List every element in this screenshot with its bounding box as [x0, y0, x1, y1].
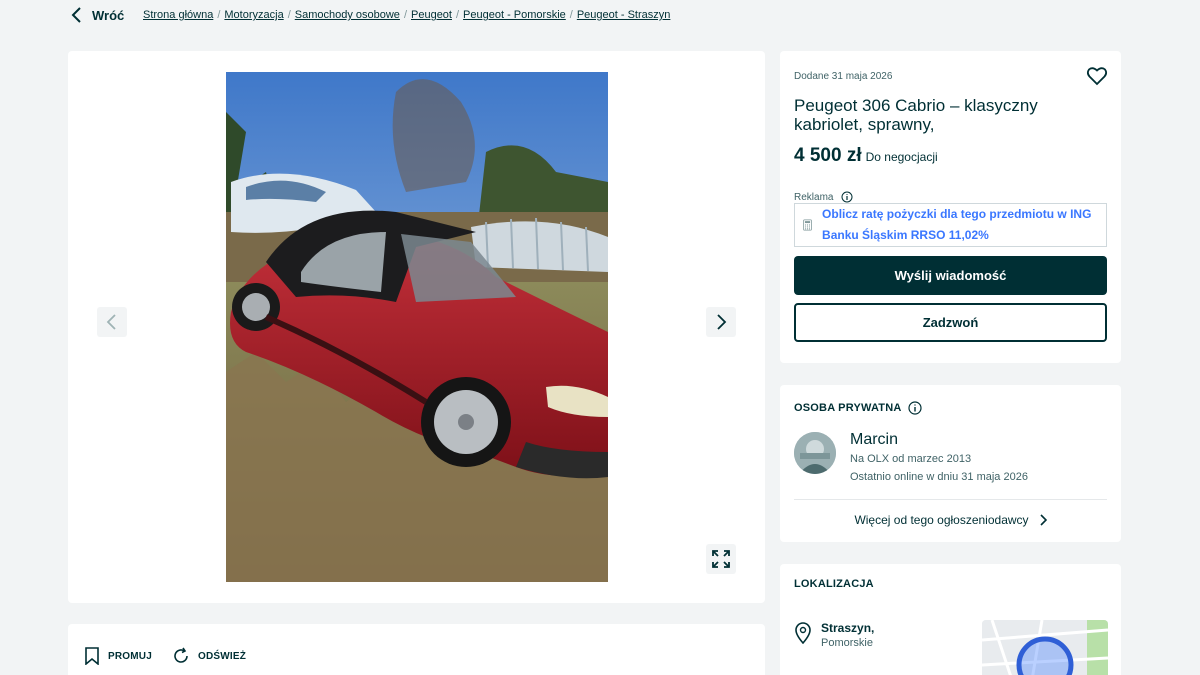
expand-icon [712, 550, 730, 568]
price-value: 4 500 zł [794, 145, 862, 166]
bookmark-icon [85, 647, 99, 665]
refresh-button[interactable]: ODŚWIEŻ [172, 647, 246, 665]
avatar [794, 432, 836, 474]
back-button[interactable]: Wróć [70, 6, 124, 24]
chevron-right-icon [1039, 514, 1047, 526]
loan-text: Oblicz ratę pożyczki dla tego przedmiotu… [822, 207, 1092, 242]
map-illustration [982, 620, 1108, 675]
fullscreen-button[interactable] [706, 544, 736, 574]
seller-name: Marcin [850, 431, 899, 448]
breadcrumb-item[interactable]: Strona główna [143, 9, 213, 21]
seller-type: OSOBA PRYWATNA [794, 401, 922, 415]
breadcrumb: Strona główna / Motoryzacja / Samochody osob… [143, 9, 671, 21]
city: Straszyn, [821, 621, 875, 635]
refresh-label: ODŚWIEŻ [198, 650, 247, 662]
heart-icon[interactable] [1086, 65, 1108, 87]
offer-card: Dodane 31 maja 2026 Peugeot 306 Cabrio –… [780, 51, 1121, 363]
ad-label-text: Reklama [794, 191, 834, 203]
user-avatar-icon [794, 432, 836, 474]
car-photo-illustration [226, 72, 608, 582]
more-from-seller-label: Więcej od tego ogłoszeniodawcy [854, 513, 1029, 527]
map-preview[interactable] [982, 620, 1108, 675]
listing-photo[interactable] [226, 72, 608, 582]
next-photo-button[interactable] [706, 307, 736, 337]
location-heading: LOKALIZACJA [794, 578, 874, 590]
location-pin-icon [795, 622, 811, 644]
breadcrumb-item[interactable]: Peugeot - Pomorskie [463, 9, 566, 21]
negotiable-label: Do negocjacji [865, 150, 938, 164]
seller-card: OSOBA PRYWATNA Marcin Na OLX od marzec 2… [780, 385, 1121, 542]
breadcrumb-item[interactable]: Peugeot [411, 9, 452, 21]
last-online: Ostatnio online w dniu 31 maja 2026 [850, 471, 1028, 483]
breadcrumb-item[interactable]: Peugeot - Straszyn [577, 9, 671, 21]
previous-photo-button[interactable] [97, 307, 127, 337]
call-button[interactable]: Zadzwoń [794, 303, 1107, 342]
info-icon[interactable] [841, 191, 853, 203]
ad-label: Reklama [794, 191, 853, 203]
promote-label: PROMUJ [108, 650, 152, 662]
top-bar: Wróć Strona główna / Motoryzacja / Samochody… [70, 0, 1130, 30]
send-message-button[interactable]: Wyślij wiadomość [794, 256, 1107, 295]
chevron-left-icon [71, 7, 81, 23]
more-from-seller-link[interactable]: Więcej od tego ogłoszeniodawcy [780, 513, 1121, 527]
loan-calculator-link[interactable]: Oblicz ratę pożyczki dla tego przedmiotu… [794, 203, 1107, 247]
refresh-icon [174, 647, 188, 663]
breadcrumb-item[interactable]: Motoryzacja [224, 9, 283, 21]
added-date: Dodane 31 maja 2026 [794, 71, 893, 82]
divider [794, 499, 1107, 500]
location-card: LOKALIZACJA Straszyn, Pomorskie [780, 564, 1121, 675]
listing-title: Peugeot 306 Cabrio – klasyczny kabriolet… [794, 96, 1038, 134]
back-label: Wróć [92, 7, 125, 23]
chevron-left-icon [106, 314, 116, 330]
chevron-right-icon [717, 314, 727, 330]
price: 4 500 zł Do negocjacji [794, 145, 938, 167]
calculator-icon [803, 219, 812, 231]
listing-actions-bar: PROMUJ ODŚWIEŻ [68, 624, 765, 675]
region: Pomorskie [821, 637, 873, 649]
info-icon[interactable] [907, 401, 922, 415]
breadcrumb-item[interactable]: Samochody osobowe [295, 9, 400, 21]
member-since: Na OLX od marzec 2013 [850, 453, 972, 465]
photo-gallery [68, 51, 765, 603]
promote-button[interactable]: PROMUJ [84, 647, 152, 665]
seller-type-label: OSOBA PRYWATNA [794, 402, 902, 414]
